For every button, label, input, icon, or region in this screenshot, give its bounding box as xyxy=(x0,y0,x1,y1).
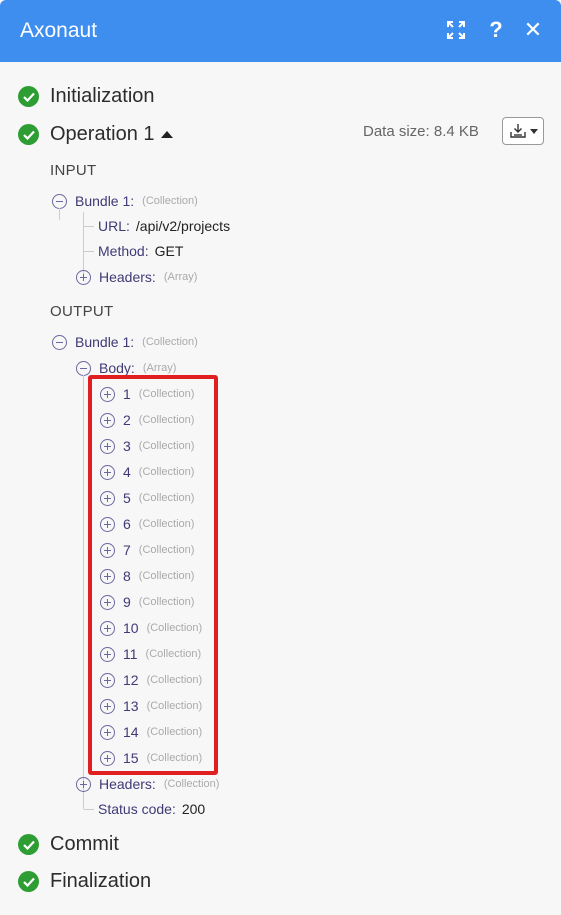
tree-line xyxy=(83,375,84,809)
check-icon xyxy=(18,871,39,892)
tree-line xyxy=(84,251,94,252)
input-bundle-row[interactable]: Bundle 1: (Collection) xyxy=(52,191,198,211)
check-icon xyxy=(18,86,39,107)
output-status-row: Status code: 200 xyxy=(98,801,206,817)
download-icon xyxy=(509,124,526,138)
expand-icon[interactable] xyxy=(444,18,468,42)
stage-commit: Commit xyxy=(18,833,119,856)
tree-line xyxy=(59,208,60,220)
input-url-row: URL: /api/v2/projects xyxy=(98,218,231,234)
stage-operation: Operation 1 xyxy=(18,123,173,146)
collapse-icon[interactable] xyxy=(52,193,67,209)
caret-up-icon[interactable] xyxy=(160,131,173,138)
input-headers-row[interactable]: Headers: (Array) xyxy=(76,267,197,287)
section-input: INPUT xyxy=(50,162,97,179)
collapse-icon[interactable] xyxy=(76,360,91,376)
stage-label: Initialization xyxy=(50,85,155,107)
highlight-box xyxy=(88,375,218,775)
chevron-down-icon xyxy=(529,128,538,134)
section-output: OUTPUT xyxy=(50,303,114,320)
output-headers-row[interactable]: Headers: (Collection) xyxy=(76,774,219,794)
input-method-row: Method: GET xyxy=(98,243,184,259)
tree-line xyxy=(84,809,94,810)
check-icon xyxy=(18,834,39,855)
stage-initialization: Initialization xyxy=(18,85,155,108)
stage-finalization: Finalization xyxy=(18,870,151,893)
stage-label: Finalization xyxy=(50,870,152,892)
stage-label: Commit xyxy=(50,833,119,855)
check-icon xyxy=(18,124,39,145)
tree-line xyxy=(84,226,94,227)
panel-header: Axonaut ? ✕ xyxy=(0,0,561,62)
panel-title: Axonaut xyxy=(20,19,98,42)
output-bundle-row[interactable]: Bundle 1: (Collection) xyxy=(52,332,198,352)
close-icon[interactable]: ✕ xyxy=(521,17,545,42)
data-size: Data size: 8.4 KB xyxy=(363,123,479,140)
stage-label: Operation 1 xyxy=(50,123,155,145)
expand-icon[interactable] xyxy=(76,269,91,285)
expand-icon[interactable] xyxy=(76,776,91,792)
help-icon[interactable]: ? xyxy=(484,17,508,42)
collapse-icon[interactable] xyxy=(52,334,67,350)
download-button[interactable] xyxy=(502,117,544,145)
